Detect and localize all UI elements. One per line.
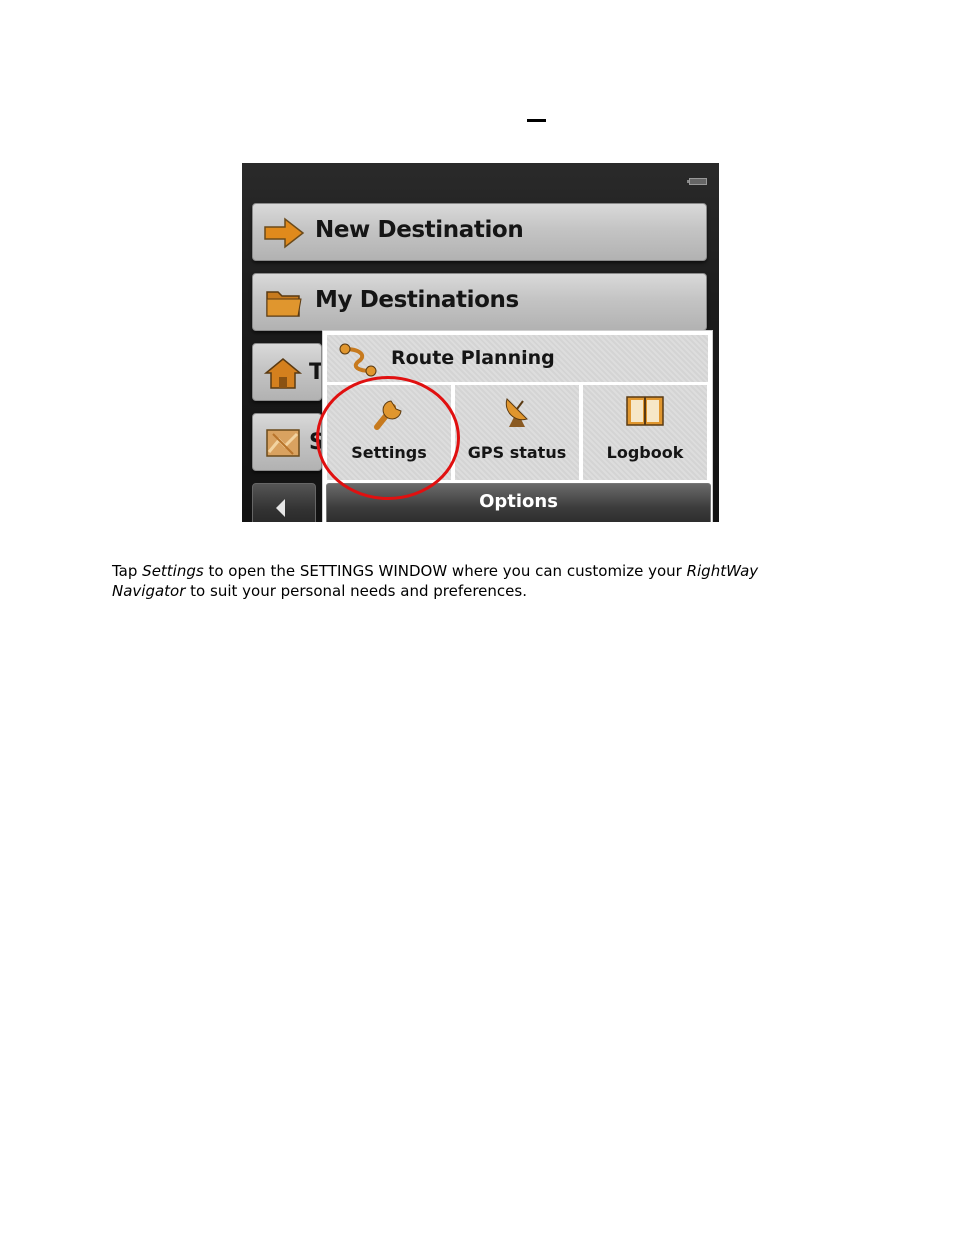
logbook-icon (626, 396, 664, 426)
caption-text-2: to open the SETTINGS WINDOW where you ca… (203, 562, 687, 580)
caption-paragraph: Tap Settings to open the SETTINGS WINDOW… (112, 561, 832, 601)
gps-status-button[interactable]: GPS status (455, 385, 579, 480)
map-icon (266, 429, 300, 457)
route-icon (339, 343, 377, 377)
map-button[interactable]: S (252, 413, 322, 471)
settings-highlight-circle (316, 376, 460, 500)
new-destination-button[interactable]: New Destination (252, 203, 707, 261)
my-destinations-label: My Destinations (315, 287, 519, 313)
heading-dash (527, 119, 546, 122)
route-planning-button[interactable]: Route Planning (327, 335, 708, 382)
home-button[interactable]: T (252, 343, 322, 401)
battery-icon (687, 178, 707, 185)
route-planning-label: Route Planning (391, 347, 555, 369)
home-icon (263, 358, 303, 389)
my-destinations-button[interactable]: My Destinations (252, 273, 707, 331)
logbook-button[interactable]: Logbook (583, 385, 707, 480)
satellite-icon (505, 398, 528, 427)
new-destination-label: New Destination (315, 217, 524, 243)
back-button[interactable] (252, 483, 316, 522)
caption-settings-emphasis: Settings (142, 562, 204, 580)
gps-status-label: GPS status (467, 443, 567, 462)
arrow-right-icon (264, 217, 305, 249)
back-arrow-icon (276, 499, 285, 517)
navigator-screenshot: New Destination My Destinations T S (242, 163, 719, 522)
caption-text-1: Tap (112, 562, 143, 580)
logbook-label: Logbook (606, 443, 684, 462)
caption-text-3: to suit your personal needs and preferen… (185, 582, 527, 600)
folder-icon (266, 291, 302, 317)
home-button-stub: T (309, 360, 321, 385)
